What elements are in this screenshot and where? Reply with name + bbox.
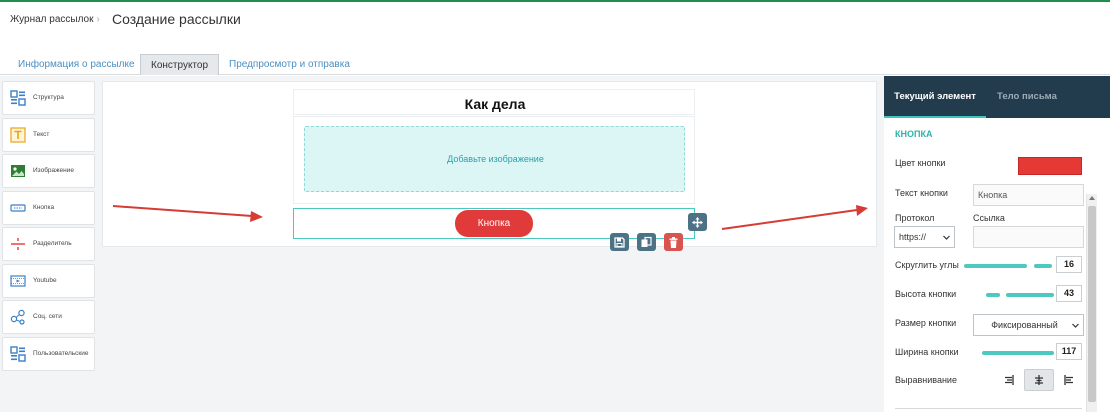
- top-accent-line: [0, 0, 1110, 2]
- email-title-block[interactable]: Как дела: [293, 89, 695, 115]
- chevron-down-icon: [1072, 323, 1079, 328]
- button-size-value: Фиксированный: [991, 320, 1058, 330]
- divider-icon: [11, 238, 25, 250]
- section-title: КНОПКА: [895, 129, 933, 139]
- protocol-label: Протокол: [895, 213, 935, 223]
- block-youtube[interactable]: Youtube: [2, 264, 95, 298]
- panel-tab-bar: Текущий элемент Тело письма: [884, 76, 1110, 118]
- email-canvas: Как дела Добавьте изображение Кнопка: [102, 81, 877, 247]
- copy-block-button[interactable]: [637, 233, 656, 251]
- center-align-icon: [1035, 375, 1043, 385]
- button-color-swatch[interactable]: [1018, 157, 1082, 175]
- breadcrumb[interactable]: Журнал рассылок ›: [10, 14, 100, 25]
- button-size-select[interactable]: Фиксированный: [973, 314, 1084, 336]
- protocol-value: https://: [899, 232, 927, 242]
- button-icon: [10, 204, 26, 212]
- block-image[interactable]: Изображение: [2, 154, 95, 188]
- breadcrumb-link[interactable]: Журнал рассылок: [10, 14, 93, 25]
- button-width-fill: [982, 351, 1054, 355]
- block-custom[interactable]: Пользовательские: [2, 337, 95, 371]
- button-height-value[interactable]: 43: [1056, 285, 1082, 302]
- block-label: Текст: [33, 131, 50, 138]
- move-icon: [692, 217, 703, 228]
- email-title[interactable]: Как дела: [294, 96, 696, 112]
- chevron-down-icon: [943, 235, 950, 240]
- block-label: Пользовательские: [33, 350, 89, 357]
- move-block-button[interactable]: [688, 213, 707, 231]
- panel-divider: [895, 408, 1082, 409]
- tab-preview[interactable]: Предпросмотр и отправка: [219, 54, 360, 75]
- email-button[interactable]: Кнопка: [455, 210, 533, 237]
- tab-bar: Информация о рассылке Конструктор Предпр…: [0, 54, 1110, 75]
- block-label: Структура: [33, 94, 64, 101]
- corner-radius-slider[interactable]: [964, 264, 1052, 268]
- button-width-slider[interactable]: [982, 351, 1054, 355]
- button-text-input[interactable]: Кнопка: [973, 184, 1084, 206]
- image-block[interactable]: Добавьте изображение: [293, 116, 695, 204]
- block-text[interactable]: Текст: [2, 118, 95, 152]
- copy-icon: [641, 236, 652, 247]
- save-icon: [614, 237, 625, 248]
- image-dropzone[interactable]: Добавьте изображение: [304, 126, 685, 192]
- block-label: Youtube: [33, 277, 57, 284]
- alignment-label: Выравнивание: [895, 375, 957, 385]
- text-icon: [10, 127, 26, 143]
- corner-radius-value[interactable]: 16: [1056, 256, 1082, 273]
- tab-info[interactable]: Информация о рассылке: [8, 54, 145, 75]
- panel-scrollbar[interactable]: [1086, 194, 1097, 412]
- scrollbar-thumb[interactable]: [1088, 206, 1096, 402]
- properties-panel: Текущий элемент Тело письма КНОПКА Цвет …: [884, 76, 1110, 412]
- image-placeholder-text: Добавьте изображение: [447, 154, 544, 164]
- block-label: Изображение: [33, 167, 74, 174]
- block-label: Разделитель: [33, 240, 72, 247]
- block-divider[interactable]: Разделитель: [2, 227, 95, 261]
- social-icon: [10, 309, 25, 325]
- align-left-button[interactable]: [1054, 369, 1084, 391]
- button-color-label: Цвет кнопки: [895, 158, 946, 168]
- youtube-icon: [10, 275, 26, 287]
- delete-block-button[interactable]: [664, 233, 683, 251]
- button-width-value[interactable]: 117: [1056, 343, 1082, 360]
- button-block-selected[interactable]: Кнопка: [293, 208, 695, 239]
- button-height-rest: [1006, 293, 1054, 297]
- editor-workspace: Структура Текст Изображение Кнопка Разде…: [0, 76, 1110, 412]
- save-block-button[interactable]: [610, 233, 629, 251]
- custom-icon: [10, 346, 26, 362]
- left-align-icon: [1064, 375, 1073, 385]
- protocol-select[interactable]: https://: [894, 226, 955, 248]
- button-text-label: Текст кнопки: [895, 188, 948, 198]
- corner-radius-fill: [964, 264, 1027, 268]
- block-button[interactable]: Кнопка: [2, 191, 95, 225]
- page-title: Создание рассылки: [112, 11, 241, 27]
- button-size-label: Размер кнопки: [895, 318, 957, 328]
- structure-icon: [10, 90, 26, 106]
- block-label: Кнопка: [33, 204, 55, 211]
- align-right-button[interactable]: [994, 369, 1024, 391]
- trash-icon: [669, 237, 678, 248]
- corner-radius-label: Скруглить углы: [895, 260, 959, 270]
- tab-constructor[interactable]: Конструктор: [140, 54, 220, 75]
- breadcrumb-separator: ›: [96, 14, 100, 25]
- image-icon: [11, 165, 25, 177]
- button-height-slider[interactable]: [986, 293, 1054, 297]
- tab-current-element[interactable]: Текущий элемент: [884, 76, 986, 118]
- block-social[interactable]: Соц. сети: [2, 300, 95, 334]
- right-align-icon: [1005, 375, 1014, 385]
- button-width-label: Ширина кнопки: [895, 347, 959, 357]
- corner-radius-rest: [1034, 264, 1052, 268]
- link-label: Ссылка: [973, 213, 1005, 223]
- link-input[interactable]: [973, 226, 1084, 248]
- button-height-label: Высота кнопки: [895, 289, 957, 299]
- block-label: Соц. сети: [33, 313, 62, 320]
- align-center-button[interactable]: [1024, 369, 1054, 391]
- button-height-fill: [986, 293, 1000, 297]
- scroll-up-icon[interactable]: [1089, 196, 1095, 200]
- tab-email-body[interactable]: Тело письма: [997, 76, 1057, 118]
- block-structure[interactable]: Структура: [2, 81, 95, 115]
